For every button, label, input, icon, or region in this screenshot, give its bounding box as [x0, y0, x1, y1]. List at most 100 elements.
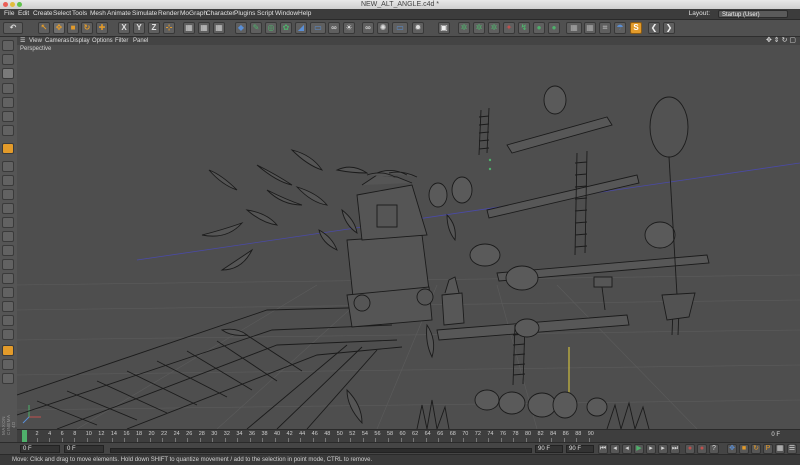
lock-workplane-icon[interactable]	[2, 345, 14, 356]
start-frame-field[interactable]: 0 F	[20, 445, 60, 453]
sky-light-icon[interactable]: ✹	[412, 22, 424, 34]
sculpt-grid-icon[interactable]: ▦	[566, 22, 582, 34]
live-selection-icon[interactable]: ↖	[38, 22, 50, 34]
menu-edit[interactable]: Edit	[18, 9, 29, 19]
menu-file[interactable]: File	[4, 9, 14, 19]
viewport-nav-icons[interactable]: ✥ ⇕ ↻ ▢	[766, 37, 796, 45]
magnet-tool-icon[interactable]	[2, 315, 14, 326]
record-rotation-icon[interactable]: ↻	[751, 444, 761, 454]
mograph-fracture-icon[interactable]: ✲	[473, 22, 485, 34]
extrude-tool-icon[interactable]	[2, 273, 14, 284]
record-parameter-icon[interactable]: P	[763, 444, 773, 454]
knife-tool-icon[interactable]	[2, 259, 14, 270]
array-icon[interactable]: ✿	[280, 22, 292, 34]
record-pla-icon[interactable]: ▦	[775, 444, 785, 454]
mograph-cloner-icon[interactable]: ✲	[458, 22, 470, 34]
light-icon[interactable]: ☀	[343, 22, 355, 34]
menu-tools[interactable]: Tools	[72, 9, 87, 19]
display-mode-icon[interactable]: ∞	[362, 22, 374, 34]
subdivision-surface-icon[interactable]: ◎	[265, 22, 277, 34]
next-icon[interactable]: ❯	[663, 22, 675, 34]
snap-icon[interactable]	[2, 161, 14, 172]
record-scale-icon[interactable]: ■	[739, 444, 749, 454]
sculpt-brush-icon[interactable]	[2, 245, 14, 256]
character-ik-icon[interactable]: ↯	[518, 22, 530, 34]
viewport-menu-panel[interactable]: Panel	[133, 37, 148, 45]
model-mode-icon[interactable]	[2, 68, 14, 79]
viewport-menu-view-icon[interactable]: ☰	[20, 37, 25, 45]
x-axis-lock-button[interactable]: X	[118, 22, 130, 34]
uv-polygons-icon[interactable]	[2, 231, 14, 242]
move-tool-icon[interactable]: ✥	[53, 22, 65, 34]
mirror-tool-icon[interactable]	[2, 329, 14, 340]
bridge-tool-icon[interactable]	[2, 301, 14, 312]
menu-script[interactable]: Script	[257, 9, 274, 19]
next-frame-icon[interactable]: ▸	[646, 444, 656, 454]
environment-icon[interactable]: ▭	[392, 22, 408, 34]
planar-workplane-icon[interactable]	[2, 373, 14, 384]
z-axis-lock-button[interactable]: Z	[148, 22, 160, 34]
go-to-start-icon[interactable]: ⏮	[598, 444, 608, 454]
menu-window[interactable]: Window	[275, 9, 298, 19]
coordinate-system-icon[interactable]: ⊹	[163, 22, 175, 34]
scale-tool-icon[interactable]: ■	[67, 22, 79, 34]
sketch-toon-icon[interactable]: ●	[548, 22, 560, 34]
menu-mograph[interactable]: MoGraph	[180, 9, 207, 19]
cube-primitive-icon[interactable]: ◆	[235, 22, 247, 34]
record-position-icon[interactable]: ✥	[727, 444, 737, 454]
viewport-menu-options[interactable]: Options	[92, 37, 113, 45]
perspective-viewport[interactable]: Perspective	[17, 45, 800, 429]
character-joint-icon[interactable]: ✦	[503, 22, 515, 34]
render-picture-viewer-icon[interactable]: ▦	[198, 22, 210, 34]
bevel-tool-icon[interactable]	[2, 287, 14, 298]
previous-frame-icon[interactable]: ◂	[622, 444, 632, 454]
menu-select[interactable]: Select	[53, 9, 71, 19]
texture-mode-icon[interactable]	[2, 54, 14, 65]
menu-animate[interactable]: Animate	[107, 9, 131, 19]
tweak-mode-icon[interactable]	[2, 189, 14, 200]
render-view-icon[interactable]: ▦	[183, 22, 195, 34]
object-mode-icon[interactable]	[2, 83, 14, 94]
menu-render[interactable]: Render	[158, 9, 179, 19]
next-key-icon[interactable]: ▸	[658, 444, 668, 454]
current-frame-field[interactable]: 0 F	[64, 445, 104, 453]
uv-points-icon[interactable]	[2, 217, 14, 228]
previous-icon[interactable]: ❮	[648, 22, 660, 34]
menu-simulate[interactable]: Simulate	[132, 9, 157, 19]
viewport-menu-display[interactable]: Display	[70, 37, 90, 45]
menu-plugins[interactable]: Plugins	[234, 9, 255, 19]
weather-script-icon[interactable]: ☂	[614, 22, 626, 34]
points-mode-icon[interactable]	[2, 97, 14, 108]
menu-create[interactable]: Create	[33, 9, 53, 19]
lighting-icon[interactable]: ✺	[377, 22, 389, 34]
timeline-ruler[interactable]: 0246810121416182022242628303234363840424…	[17, 429, 800, 443]
undo-redo-button[interactable]: ↶	[3, 22, 23, 34]
record-keys-icon[interactable]: ●	[685, 444, 695, 454]
y-axis-lock-button[interactable]: Y	[133, 22, 145, 34]
axis-mode-icon[interactable]	[2, 143, 14, 154]
playhead[interactable]	[22, 430, 27, 442]
spline-pen-icon[interactable]: ✎	[250, 22, 262, 34]
hair-object-icon[interactable]: ●	[533, 22, 545, 34]
max-frame-field[interactable]: 90 F	[566, 445, 594, 453]
timeline-menu-icon[interactable]: ☰	[787, 444, 797, 454]
viewport-menu-filter[interactable]: Filter	[115, 37, 128, 45]
polygons-mode-icon[interactable]	[2, 125, 14, 136]
autokey-icon[interactable]: ●	[697, 444, 707, 454]
grid-icon[interactable]: ▦	[584, 22, 596, 34]
menu-mesh[interactable]: Mesh	[90, 9, 106, 19]
rotate-tool-icon[interactable]: ↻	[81, 22, 93, 34]
render-settings-icon[interactable]: ▦	[213, 22, 225, 34]
quantize-icon[interactable]	[2, 359, 14, 370]
bend-deformer-icon[interactable]: ◢	[295, 22, 307, 34]
workplane-icon[interactable]	[2, 175, 14, 186]
floor-object-icon[interactable]: ▭	[310, 22, 326, 34]
make-editable-icon[interactable]	[2, 40, 14, 51]
viewport-menu-view[interactable]: View	[29, 37, 42, 45]
end-frame-field[interactable]: 90 F	[535, 445, 563, 453]
recent-tools-icon[interactable]: ✚	[96, 22, 108, 34]
edges-mode-icon[interactable]	[2, 111, 14, 122]
menu-character[interactable]: Character	[206, 9, 235, 19]
keyframe-selection-icon[interactable]: ?	[709, 444, 719, 454]
go-to-end-icon[interactable]: ⏭	[670, 444, 680, 454]
